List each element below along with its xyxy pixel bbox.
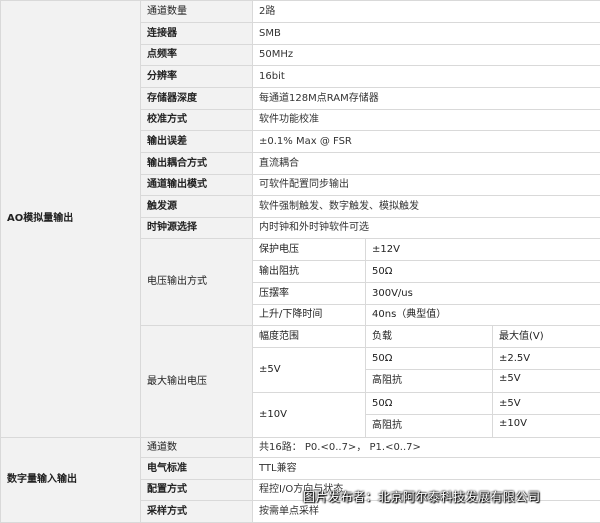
row-label: 点频率 bbox=[141, 45, 253, 66]
watermark-text: 图片发布者：北京阿尔泰科技发展有限公司 bbox=[303, 488, 541, 505]
load-value: 高阻抗 bbox=[366, 370, 493, 393]
param-label: 压摆率 bbox=[253, 283, 366, 305]
param-label: 输出阻抗 bbox=[253, 261, 366, 283]
row-value: 共16路： P0.<0..7>， P1.<0..7> bbox=[253, 438, 600, 458]
row-label: 校准方式 bbox=[141, 110, 253, 131]
row-label: 输出误差 bbox=[141, 131, 253, 153]
max-voltage-label: 最大输出电压 bbox=[141, 326, 253, 438]
row-label: 采样方式 bbox=[141, 501, 253, 523]
row-label: 通道输出模式 bbox=[141, 175, 253, 196]
row-label: 触发源 bbox=[141, 196, 253, 218]
row-value: 内时钟和外时钟软件可选 bbox=[253, 218, 600, 239]
row-value: 直流耦合 bbox=[253, 153, 600, 175]
max-value: ±5V bbox=[493, 370, 600, 393]
row-value: 50MHz bbox=[253, 45, 600, 66]
max-value: ±5V bbox=[493, 393, 600, 415]
header-load: 负载 bbox=[366, 326, 493, 348]
param-label: 保护电压 bbox=[253, 239, 366, 261]
range-value: ±10V bbox=[253, 393, 366, 438]
row-label: 时钟源选择 bbox=[141, 218, 253, 239]
row-value: ±0.1% Max @ FSR bbox=[253, 131, 600, 153]
row-value: 每通道128M点RAM存储器 bbox=[253, 88, 600, 110]
row-label: 分辨率 bbox=[141, 66, 253, 88]
param-value: ±12V bbox=[366, 239, 600, 261]
row-label: 输出耦合方式 bbox=[141, 153, 253, 175]
row-value: SMB bbox=[253, 23, 600, 45]
row-label: 通道数 bbox=[141, 438, 253, 458]
row-label: 连接器 bbox=[141, 23, 253, 45]
row-value: 16bit bbox=[253, 66, 600, 88]
load-value: 50Ω bbox=[366, 348, 493, 370]
row-label: 电气标准 bbox=[141, 458, 253, 480]
row-value: 2路 bbox=[253, 1, 600, 23]
table-row: AO模拟量输出 通道数量 2路 bbox=[1, 1, 600, 23]
row-value: 可软件配置同步输出 bbox=[253, 175, 600, 196]
header-max: 最大值(V) bbox=[493, 326, 600, 348]
voltage-output-label: 电压输出方式 bbox=[141, 239, 253, 326]
row-value: 软件功能校准 bbox=[253, 110, 600, 131]
row-value: 软件强制触发、数字触发、模拟触发 bbox=[253, 196, 600, 218]
max-value: ±10V bbox=[493, 415, 600, 438]
param-value: 40ns（典型值） bbox=[366, 305, 600, 326]
param-value: 300V/us bbox=[366, 283, 600, 305]
row-label: 通道数量 bbox=[141, 1, 253, 23]
header-range: 幅度范围 bbox=[253, 326, 366, 348]
range-value: ±5V bbox=[253, 348, 366, 393]
row-value: TTL兼容 bbox=[253, 458, 600, 480]
section-di-label: 数字量输入输出 bbox=[1, 438, 141, 523]
max-value: ±2.5V bbox=[493, 348, 600, 370]
table-row: 数字量输入输出 通道数 共16路： P0.<0..7>， P1.<0..7> bbox=[1, 438, 600, 458]
row-label: 存储器深度 bbox=[141, 88, 253, 110]
load-value: 50Ω bbox=[366, 393, 493, 415]
param-value: 50Ω bbox=[366, 261, 600, 283]
section-ao-label: AO模拟量输出 bbox=[1, 1, 141, 438]
load-value: 高阻抗 bbox=[366, 415, 493, 438]
row-label: 配置方式 bbox=[141, 480, 253, 501]
spec-table: AO模拟量输出 通道数量 2路 连接器 SMB 点频率 50MHz 分辨率 16… bbox=[0, 0, 600, 523]
param-label: 上升/下降时间 bbox=[253, 305, 366, 326]
